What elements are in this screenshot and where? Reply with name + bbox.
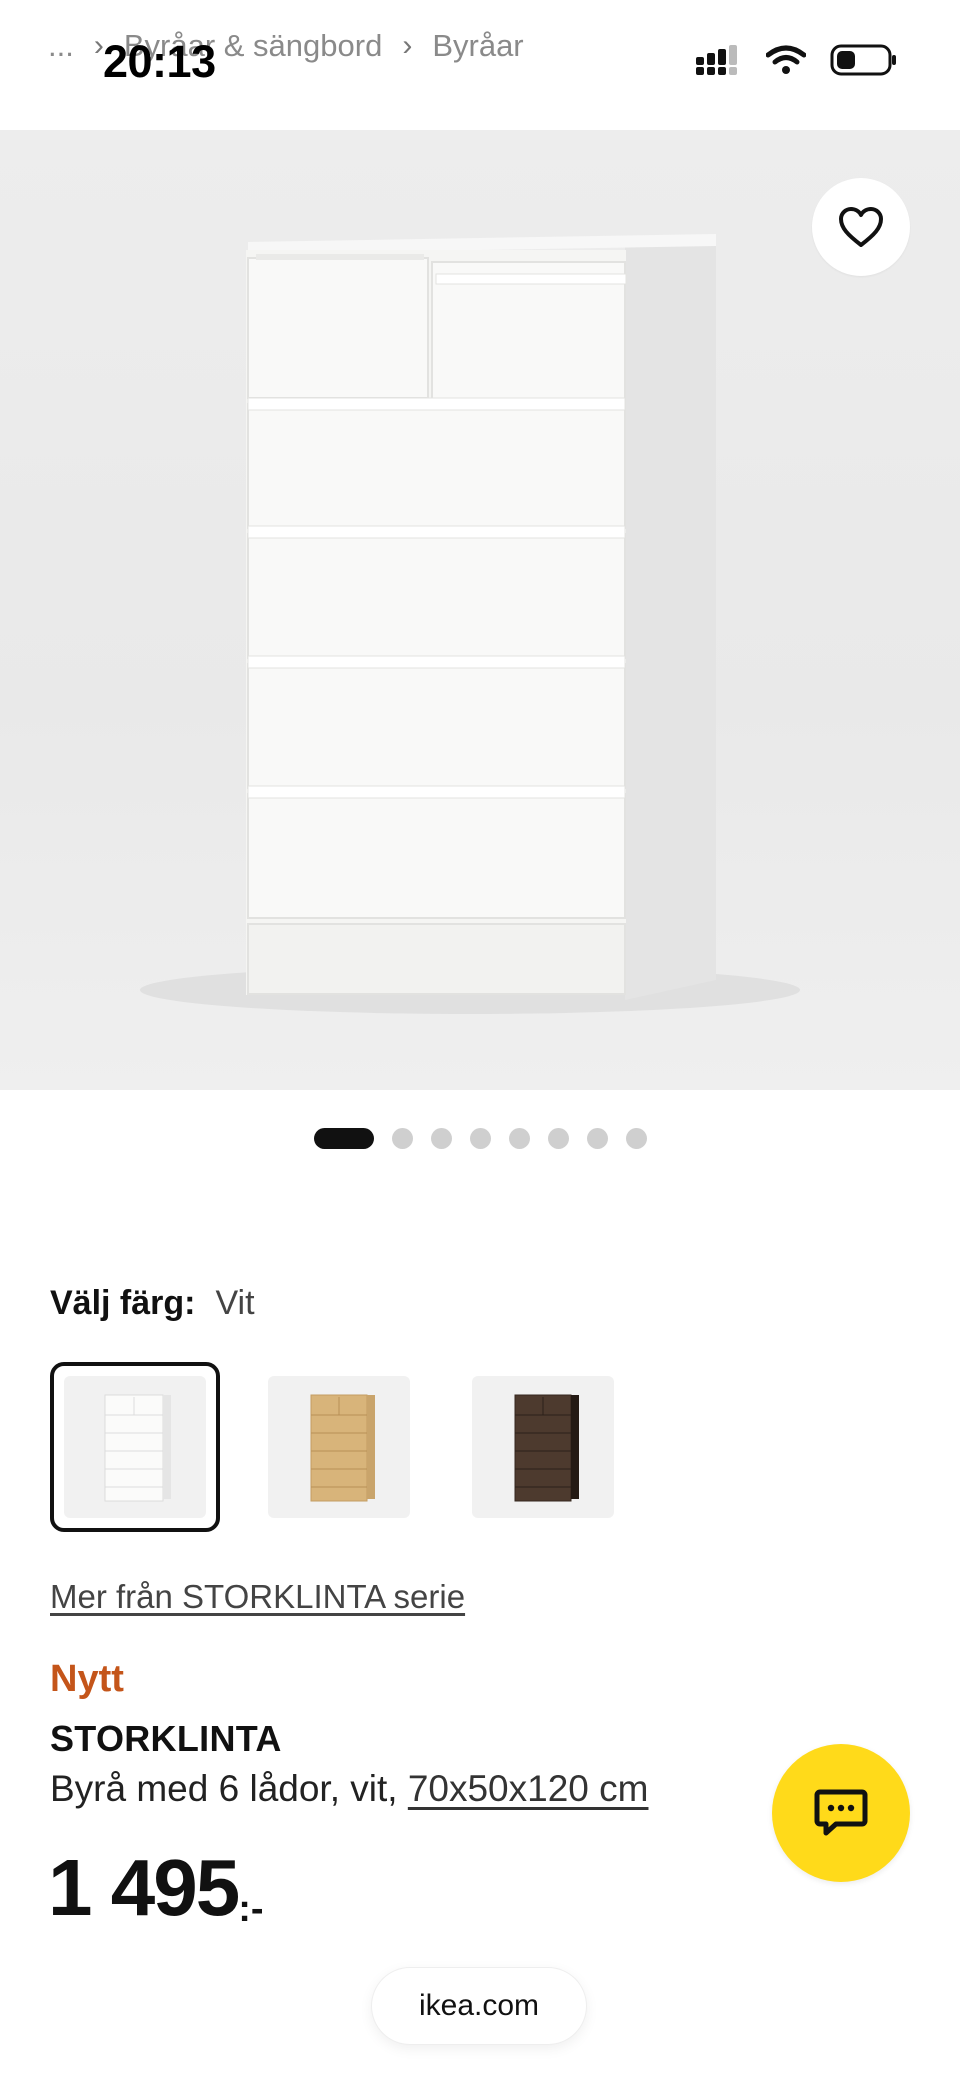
chat-bubble-icon: [814, 1789, 868, 1836]
dresser-brown-thumbnail: [514, 1394, 579, 1502]
color-swatches: [50, 1362, 628, 1532]
system-icons: [696, 44, 898, 76]
status-bar: ... › Byråar & sängbord › Byråar 20:13: [0, 0, 960, 130]
color-swatch-brown[interactable]: [458, 1362, 628, 1532]
color-swatch-white[interactable]: [50, 1362, 220, 1532]
status-time: 20:13: [103, 36, 216, 87]
wifi-icon: [766, 45, 806, 74]
price-suffix: :-: [238, 1888, 264, 1930]
product-name: STORKLINTA: [50, 1718, 282, 1759]
browser-url-bar[interactable]: ikea.com: [372, 1968, 586, 2044]
breadcrumb-ellipsis[interactable]: ...: [48, 28, 74, 64]
breadcrumb-item-dressers[interactable]: Byråar: [432, 28, 523, 64]
gallery-dot-3[interactable]: [430, 1128, 452, 1149]
gallery-pagination: [0, 1128, 960, 1149]
product-image: [140, 234, 800, 1014]
new-badge: Nytt: [50, 1658, 124, 1700]
product-dimensions-link[interactable]: 70x50x120 cm: [408, 1768, 649, 1809]
product-image-gallery[interactable]: [0, 130, 960, 1090]
price-amount: 1 495: [48, 1843, 240, 1932]
gallery-dot-2[interactable]: [391, 1128, 413, 1149]
dresser-white-thumbnail: [104, 1394, 171, 1502]
color-selector-label: Välj färg: Vit: [50, 1284, 255, 1323]
color-swatch-thumbnail: [268, 1376, 410, 1518]
cellular-signal-icon: [696, 45, 737, 75]
battery-icon: [830, 44, 896, 76]
product-description: Byrå med 6 lådor, vit, 70x50x120 cm: [50, 1768, 648, 1810]
gallery-dot-5[interactable]: [508, 1128, 530, 1149]
gallery-dot-1[interactable]: [313, 1128, 374, 1149]
series-link[interactable]: Mer från STORKLINTA serie: [50, 1578, 465, 1616]
gallery-dot-8[interactable]: [625, 1128, 647, 1149]
chat-button[interactable]: [772, 1744, 910, 1882]
product-price: 1 495 :-: [48, 1848, 264, 1931]
gallery-dot-6[interactable]: [547, 1128, 569, 1149]
color-swatch-oak[interactable]: [254, 1362, 424, 1532]
gallery-dot-7[interactable]: [586, 1128, 608, 1149]
heart-outline-icon: [839, 207, 883, 247]
gallery-dot-4[interactable]: [469, 1128, 491, 1149]
color-label: Välj färg:: [50, 1284, 196, 1322]
color-swatch-thumbnail: [472, 1376, 614, 1518]
chevron-right-icon: ›: [402, 29, 413, 62]
favorite-button[interactable]: [812, 178, 910, 276]
product-description-text: Byrå med 6 lådor, vit,: [50, 1768, 408, 1809]
dresser-oak-thumbnail: [310, 1394, 375, 1502]
color-swatch-thumbnail: [64, 1376, 206, 1518]
color-selected-value: Vit: [215, 1284, 255, 1322]
